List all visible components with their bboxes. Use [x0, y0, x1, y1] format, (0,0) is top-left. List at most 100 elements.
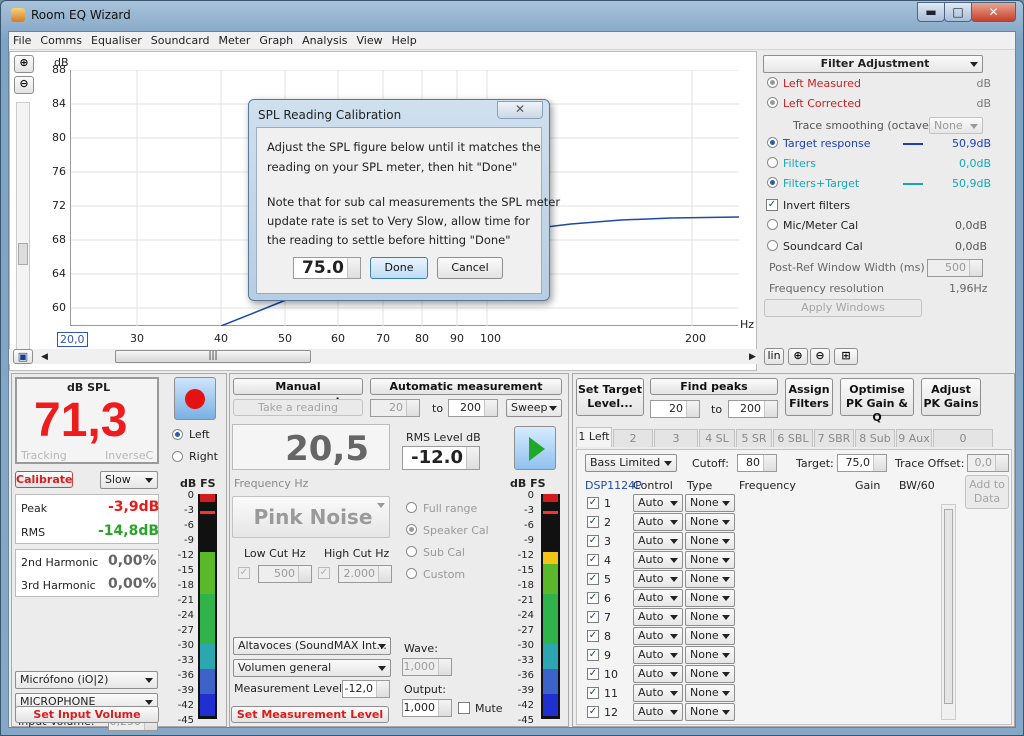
assign-filters-button[interactable]: Assign Filters: [785, 378, 833, 416]
measurement-level-spinner[interactable]: -12,0: [342, 680, 390, 698]
filter-enable-checkbox[interactable]: ✓: [587, 554, 599, 566]
to-spinner[interactable]: 200: [448, 399, 498, 417]
menu-graph[interactable]: Graph: [259, 34, 293, 47]
filter-type-dropdown[interactable]: None: [685, 570, 735, 588]
invert-filters-checkbox[interactable]: ✓: [766, 199, 778, 211]
smoothing-dropdown[interactable]: None: [929, 117, 983, 134]
mute-checkbox[interactable]: [458, 702, 470, 714]
output-device-dropdown[interactable]: Altavoces (SoundMAX Int...: [233, 637, 391, 655]
filter-type-dropdown[interactable]: None: [685, 589, 735, 607]
filter-control-dropdown[interactable]: Auto: [633, 703, 683, 721]
tab-5[interactable]: 5 SR: [736, 429, 772, 447]
menu-equaliser[interactable]: Equaliser: [91, 34, 142, 47]
lin-button[interactable]: lin: [764, 348, 784, 365]
filter-type-dropdown[interactable]: None: [685, 532, 735, 550]
signal-dropdown[interactable]: Pink Noise: [232, 496, 390, 538]
from-spinner[interactable]: 20: [370, 399, 420, 417]
filter-enable-checkbox[interactable]: ✓: [587, 573, 599, 585]
filter-control-dropdown[interactable]: Auto: [633, 684, 683, 702]
zoom-in-icon[interactable]: ⊕: [788, 348, 808, 365]
high-cut-spinner[interactable]: 2.000: [338, 565, 392, 583]
optimise-button[interactable]: Optimise PK Gain & Q: [840, 378, 914, 424]
menu-soundcard[interactable]: Soundcard: [151, 34, 210, 47]
filter-enable-checkbox[interactable]: ✓: [587, 649, 599, 661]
peaks-to-spinner[interactable]: 200: [728, 400, 778, 418]
filter-control-dropdown[interactable]: Auto: [633, 494, 683, 512]
right-radio[interactable]: [172, 451, 183, 462]
menu-view[interactable]: View: [356, 34, 382, 47]
speaker-cal-radio[interactable]: [406, 524, 417, 535]
trace-radio[interactable]: [767, 177, 778, 188]
tab-9[interactable]: 9 Aux: [896, 429, 932, 447]
trace-radio[interactable]: [767, 157, 778, 168]
filter-control-dropdown[interactable]: Auto: [633, 665, 683, 683]
output-channel-dropdown[interactable]: Volumen general: [233, 659, 391, 677]
filter-enable-checkbox[interactable]: ✓: [587, 516, 599, 528]
tab-4[interactable]: 4 SL: [699, 429, 735, 447]
fit-view-icon[interactable]: ⊞: [834, 348, 858, 365]
tab-7[interactable]: 7 SBR: [814, 429, 854, 447]
filter-enable-checkbox[interactable]: ✓: [587, 497, 599, 509]
menu-help[interactable]: Help: [392, 34, 417, 47]
cancel-button[interactable]: Cancel: [437, 257, 503, 279]
menu-analysis[interactable]: Analysis: [302, 34, 347, 47]
target-spinner[interactable]: 75,0: [837, 454, 887, 472]
filter-type-dropdown[interactable]: None: [685, 608, 735, 626]
manual-measurement-button[interactable]: Manual measurement: [233, 378, 363, 408]
soundcard-cal-radio[interactable]: [767, 240, 778, 251]
zoom-in-icon[interactable]: ⊕: [14, 55, 34, 73]
filter-control-dropdown[interactable]: Auto: [633, 627, 683, 645]
graph-scrollbar[interactable]: [16, 102, 30, 357]
trace-radio[interactable]: [767, 137, 778, 148]
set-target-level-button[interactable]: Set Target Level...: [576, 378, 644, 416]
left-radio[interactable]: [172, 429, 183, 440]
horizontal-scrollbar[interactable]: ▣ ◀ ||| ▶: [9, 349, 757, 364]
filter-type-dropdown[interactable]: None: [685, 646, 735, 664]
filter-list-scrollbar[interactable]: [941, 504, 956, 720]
filter-type-dropdown[interactable]: None: [685, 703, 735, 721]
filter-enable-checkbox[interactable]: ✓: [587, 630, 599, 642]
filter-type-dropdown[interactable]: None: [685, 494, 735, 512]
dialog-close-button[interactable]: ✕: [497, 101, 543, 119]
mic-cal-radio[interactable]: [767, 219, 778, 230]
filter-enable-checkbox[interactable]: ✓: [587, 706, 599, 718]
high-cut-checkbox[interactable]: ✓: [318, 567, 330, 579]
find-peaks-button[interactable]: Find peaks: [650, 378, 778, 395]
trace-radio[interactable]: [767, 77, 778, 88]
zoom-out-icon[interactable]: ⊖: [14, 76, 34, 94]
menu-meter[interactable]: Meter: [219, 34, 251, 47]
menu-comms[interactable]: Comms: [40, 34, 82, 47]
output-spinner[interactable]: 1,000: [402, 699, 452, 717]
post-ref-spinner[interactable]: 500: [927, 259, 983, 277]
wave-spinner[interactable]: 1,000: [402, 658, 452, 676]
tab-8[interactable]: 8 Sub: [855, 429, 895, 447]
filter-type-dropdown[interactable]: None: [685, 684, 735, 702]
filter-enable-checkbox[interactable]: ✓: [587, 687, 599, 699]
minimize-button[interactable]: ▬: [917, 2, 945, 22]
set-input-volume-button[interactable]: Set Input Volume: [15, 706, 159, 723]
filter-mode-dropdown[interactable]: Bass Limited: [585, 454, 677, 472]
tab-2[interactable]: 2 Right: [613, 429, 653, 463]
sweep-dropdown[interactable]: Sweep: [506, 399, 562, 417]
sub-cal-radio[interactable]: [406, 546, 417, 557]
filter-type-dropdown[interactable]: None: [685, 513, 735, 531]
save-icon[interactable]: ▣: [13, 349, 33, 364]
spl-value-spinner[interactable]: 75.0: [293, 257, 361, 279]
filter-type-dropdown[interactable]: None: [685, 627, 735, 645]
trace-radio[interactable]: [767, 97, 778, 108]
zoom-out-icon[interactable]: ⊖: [810, 348, 830, 365]
close-button[interactable]: ✕: [971, 2, 1016, 22]
rms-level-spinner[interactable]: -12.0: [402, 446, 480, 470]
cutoff-spinner[interactable]: 80: [737, 454, 777, 472]
automatic-measurement-button[interactable]: Automatic measurement: [370, 378, 562, 395]
peaks-from-spinner[interactable]: 20: [650, 400, 700, 418]
apply-windows-button[interactable]: Apply Windows: [764, 299, 922, 317]
filter-type-dropdown[interactable]: None: [685, 665, 735, 683]
filter-control-dropdown[interactable]: Auto: [633, 646, 683, 664]
filter-adjustment-dropdown[interactable]: Filter Adjustment: [763, 55, 983, 73]
x-start-value[interactable]: 20,0: [57, 332, 88, 347]
trace-offset-spinner[interactable]: 0,0: [967, 454, 1009, 472]
calibrate-button[interactable]: Calibrate: [15, 471, 73, 488]
full-range-radio[interactable]: [406, 502, 417, 513]
tab-10[interactable]: 0 Soundcard: [933, 429, 993, 463]
